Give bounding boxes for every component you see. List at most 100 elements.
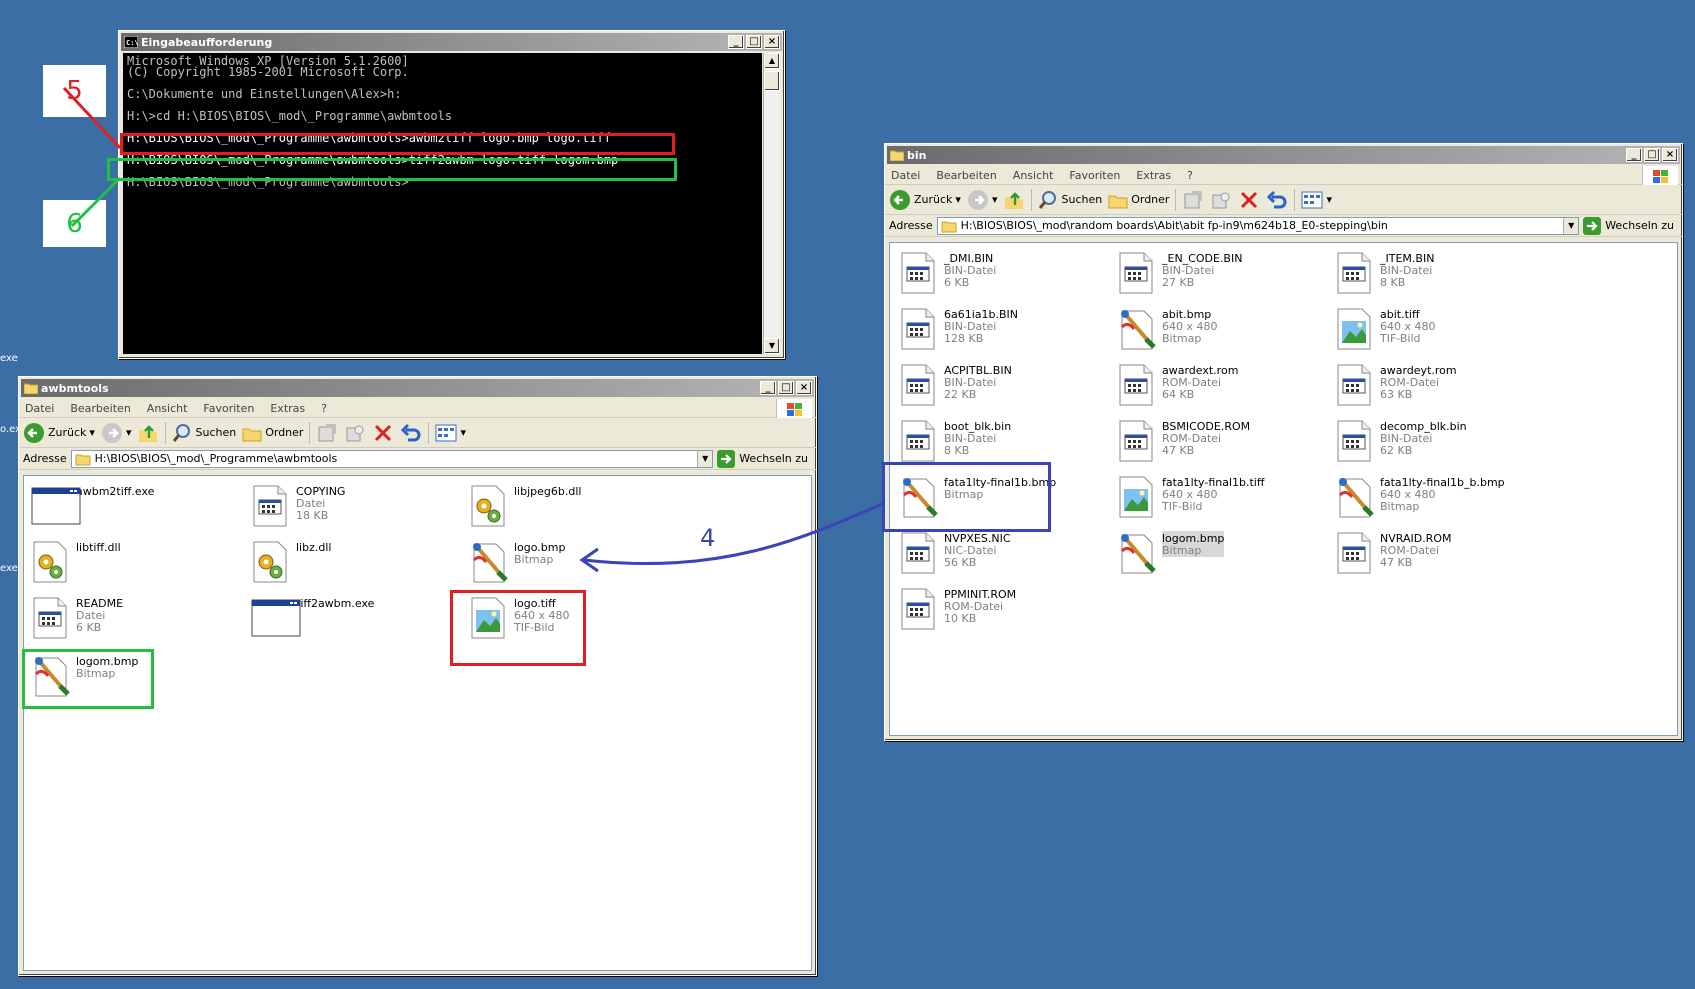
file-item[interactable]: PPMINIT.ROM ROM-Datei 10 KB — [898, 587, 1016, 631]
delete-icon[interactable] — [372, 422, 394, 444]
file-item[interactable]: awbm2tiff.exe — [30, 484, 154, 528]
back-button[interactable]: Zurück ▾ — [23, 422, 95, 444]
back-button[interactable]: Zurück ▾ — [889, 189, 961, 211]
file-item[interactable]: _ITEM.BIN BIN-Datei 8 KB — [1334, 251, 1434, 295]
file-item[interactable]: fata1lty-final1b_b.bmp 640 x 480 Bitmap — [1334, 475, 1505, 519]
tiff-icon — [468, 596, 508, 640]
close-button[interactable]: × — [764, 35, 780, 49]
file-item[interactable]: abit.tiff 640 x 480 TIF-Bild — [1334, 307, 1436, 351]
console-line: H:\BIOS\BIOS\_mod\_Programme\awbmtools>t… — [127, 153, 619, 167]
file-detail: 56 KB — [944, 556, 977, 569]
file-item[interactable]: logom.bmp Bitmap — [1116, 531, 1225, 575]
file-detail: Bitmap — [514, 553, 554, 566]
menu-view[interactable]: Ansicht — [1013, 169, 1054, 182]
explorer-window-bin[interactable]: bin _ □ × Datei Bearbeiten Ansicht Favor… — [884, 143, 1683, 741]
close-button[interactable]: × — [1662, 148, 1678, 162]
menu-favorites[interactable]: Favoriten — [203, 402, 254, 415]
scroll-down-button[interactable]: ▼ — [764, 338, 780, 354]
views-button[interactable]: ▾ — [435, 423, 466, 443]
menu-file[interactable]: Datei — [25, 402, 54, 415]
file-item[interactable]: logo.tiff 640 x 480 TIF-Bild — [468, 596, 570, 640]
folders-icon — [242, 428, 262, 441]
file-item[interactable]: _EN_CODE.BIN BIN-Datei 27 KB — [1116, 251, 1242, 295]
minimize-button[interactable]: _ — [1626, 148, 1642, 162]
maximize-button[interactable]: □ — [778, 381, 794, 395]
file-item[interactable]: 6a61ia1b.BIN BIN-Datei 128 KB — [898, 307, 1018, 351]
forward-arrow-icon — [967, 189, 988, 210]
views-button[interactable]: ▾ — [1301, 190, 1332, 210]
address-input[interactable]: H:\BIOS\BIOS\_mod\_Programme\awbmtools ▼ — [70, 449, 714, 468]
file-item[interactable]: COPYING Datei 18 KB — [250, 484, 345, 528]
menu-edit[interactable]: Bearbeiten — [70, 402, 130, 415]
file-item[interactable]: abit.bmp 640 x 480 Bitmap — [1116, 307, 1218, 351]
search-button[interactable]: Suchen — [1038, 190, 1102, 210]
minimize-button[interactable]: _ — [760, 381, 776, 395]
move-to-icon[interactable] — [1182, 189, 1204, 211]
folder-up-icon[interactable] — [137, 422, 159, 444]
explorer-titlebar[interactable]: bin _ □ × — [887, 146, 1680, 164]
file-item[interactable]: boot_blk.bin BIN-Datei 8 KB — [898, 419, 1011, 463]
folders-button[interactable]: Ordner — [242, 423, 303, 443]
forward-button[interactable]: ▾ — [967, 189, 997, 211]
menu-edit[interactable]: Bearbeiten — [936, 169, 996, 182]
file-list-awbmtools[interactable]: awbm2tiff.exe COPYING Datei 18 KB libjpeg6b.… — [23, 475, 812, 971]
file-item[interactable]: fata1lty-final1b.bmp Bitmap — [898, 475, 1056, 519]
menu-favorites[interactable]: Favoriten — [1069, 169, 1120, 182]
file-list-bin[interactable]: _DMI.BIN BIN-Datei 6 KB _EN_CODE.BIN BIN-Dat… — [889, 242, 1678, 736]
maximize-button[interactable]: □ — [1644, 148, 1660, 162]
copy-to-icon[interactable] — [1210, 189, 1232, 211]
step-5-callout: 5 — [43, 65, 106, 117]
file-item[interactable]: libtiff.dll — [30, 540, 121, 584]
address-dropdown-button[interactable]: ▼ — [1563, 217, 1579, 234]
search-button[interactable]: Suchen — [172, 423, 236, 443]
minimize-button[interactable]: _ — [728, 35, 744, 49]
file-item[interactable]: decomp_blk.bin BIN-Datei 62 KB — [1334, 419, 1467, 463]
address-input[interactable]: H:\BIOS\BIOS\_mod\random boards\Abit\abi… — [936, 216, 1580, 235]
file-item[interactable]: _DMI.BIN BIN-Datei 6 KB — [898, 251, 996, 295]
file-item[interactable]: logom.bmp Bitmap — [30, 654, 138, 698]
menu-extras[interactable]: Extras — [1136, 169, 1171, 182]
copy-to-icon[interactable] — [344, 422, 366, 444]
menu-extras[interactable]: Extras — [270, 402, 305, 415]
file-item[interactable]: libz.dll — [250, 540, 331, 584]
go-button[interactable]: Wechseln zu — [1583, 216, 1682, 235]
file-item[interactable]: BSMICODE.ROM ROM-Datei 47 KB — [1116, 419, 1250, 463]
file-item[interactable]: NVPXES.NIC NIC-Datei 56 KB — [898, 531, 1011, 575]
move-to-icon[interactable] — [316, 422, 338, 444]
file-item[interactable]: NVRAID.ROM ROM-Datei 47 KB — [1334, 531, 1451, 575]
undo-icon[interactable] — [400, 422, 422, 444]
menu-help[interactable]: ? — [321, 402, 327, 415]
console-output[interactable]: Microsoft Windows XP [Version 5.1.2600](… — [123, 53, 762, 354]
file-item[interactable]: awardeyt.rom ROM-Datei 63 KB — [1334, 363, 1457, 407]
go-button[interactable]: Wechseln zu — [717, 449, 816, 468]
file-item[interactable]: fata1lty-final1b.tiff 640 x 480 TIF-Bild — [1116, 475, 1264, 519]
close-button[interactable]: × — [796, 381, 812, 395]
file-item[interactable]: tiff2awbm.exe — [250, 596, 374, 640]
scroll-thumb[interactable] — [764, 71, 780, 91]
explorer-window-awbmtools[interactable]: awbmtools _ □ × Datei Bearbeiten Ansicht… — [18, 376, 817, 976]
menu-view[interactable]: Ansicht — [147, 402, 188, 415]
address-dropdown-button[interactable]: ▼ — [697, 450, 713, 467]
menu-help[interactable]: ? — [1187, 169, 1193, 182]
forward-button[interactable]: ▾ — [101, 422, 131, 444]
maximize-button[interactable]: □ — [746, 35, 762, 49]
folders-button[interactable]: Ordner — [1108, 190, 1169, 210]
cmd-titlebar[interactable]: C:\ Eingabeaufforderung _ □ × — [121, 33, 782, 51]
folder-up-icon[interactable] — [1003, 189, 1025, 211]
cmd-window[interactable]: C:\ Eingabeaufforderung _ □ × Microsoft … — [118, 30, 785, 359]
undo-icon[interactable] — [1266, 189, 1288, 211]
explorer-titlebar[interactable]: awbmtools _ □ × — [21, 379, 814, 397]
file-item[interactable]: awardext.rom ROM-Datei 64 KB — [1116, 363, 1238, 407]
file-icon — [30, 596, 70, 640]
search-icon — [1039, 190, 1057, 209]
vertical-scrollbar[interactable]: ▲ ▼ — [763, 53, 780, 354]
menu-file[interactable]: Datei — [891, 169, 920, 182]
scroll-up-button[interactable]: ▲ — [764, 53, 780, 69]
file-item[interactable]: ACPITBL.BIN BIN-Datei 22 KB — [898, 363, 1012, 407]
file-detail: 62 KB — [1380, 444, 1413, 457]
bitmap-icon — [1116, 531, 1156, 575]
delete-icon[interactable] — [1238, 189, 1260, 211]
file-item[interactable]: README Datei 6 KB — [30, 596, 123, 640]
file-item[interactable]: libjpeg6b.dll — [468, 484, 581, 528]
file-item[interactable]: logo.bmp Bitmap — [468, 540, 565, 584]
